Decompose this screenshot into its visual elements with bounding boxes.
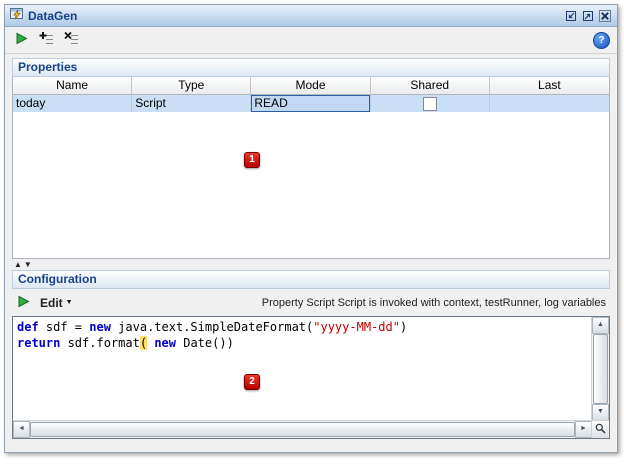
add-property-icon [39, 31, 54, 49]
scroll-up-icon[interactable]: ▲ [592, 317, 609, 334]
properties-table: Name Type Mode Shared Last today Script … [12, 77, 610, 259]
maximize-window-icon[interactable] [581, 9, 595, 23]
add-property-button[interactable] [37, 31, 55, 49]
callout-2-badge: 2 [244, 374, 260, 390]
magnifier-button[interactable] [591, 420, 609, 438]
run-button[interactable] [12, 31, 30, 49]
vertical-scrollbar[interactable]: ▲ ▼ [591, 317, 609, 421]
vertical-scroll-thumb[interactable] [593, 334, 608, 404]
edit-menu-button[interactable]: Edit ▼ [38, 296, 75, 310]
remove-property-button[interactable] [62, 31, 80, 49]
title-bar[interactable]: DataGen [5, 5, 617, 27]
horizontal-scroll-thumb[interactable] [30, 422, 575, 437]
column-header-type[interactable]: Type [132, 77, 252, 95]
datagen-window: DataGen ? Properties Name Type Mode Shar… [4, 4, 618, 453]
code-content[interactable]: def sdf = new java.text.SimpleDateFormat… [14, 318, 592, 421]
datagen-icon [10, 7, 23, 25]
horizontal-scrollbar[interactable]: ◄ ► [13, 420, 592, 438]
column-header-mode[interactable]: Mode [251, 77, 371, 95]
callout-1-badge: 1 [244, 152, 260, 168]
run-script-icon [17, 295, 30, 311]
magnifier-icon [595, 421, 606, 439]
panel-content: Properties Name Type Mode Shared Last to… [5, 54, 617, 452]
table-row[interactable]: today Script READ [13, 95, 609, 112]
collapse-up-icon[interactable]: ▲ [13, 260, 23, 270]
close-window-icon[interactable] [598, 9, 612, 23]
run-icon [15, 32, 28, 48]
remove-property-icon [63, 31, 79, 49]
script-editor[interactable]: def sdf = new java.text.SimpleDateFormat… [12, 316, 610, 439]
edit-menu-label: Edit [40, 295, 63, 310]
run-script-button[interactable] [14, 294, 32, 312]
column-header-shared[interactable]: Shared [370, 77, 490, 95]
properties-section-header: Properties [12, 58, 610, 77]
cell-shared [371, 95, 490, 112]
configuration-toolbar: Edit ▼ Property Script Script is invoked… [12, 289, 610, 316]
column-header-name[interactable]: Name [13, 77, 133, 95]
cell-mode[interactable]: READ [251, 95, 371, 112]
section-splitter[interactable]: ▲ ▼ [12, 259, 610, 270]
cell-type[interactable]: Script [132, 95, 252, 112]
help-icon[interactable]: ? [593, 31, 610, 49]
cell-last [490, 95, 609, 112]
window-controls [564, 9, 612, 23]
scroll-down-icon[interactable]: ▼ [592, 404, 609, 421]
collapse-down-icon[interactable]: ▼ [23, 260, 33, 270]
minimize-window-icon[interactable] [564, 9, 578, 23]
scroll-right-icon[interactable]: ► [575, 421, 592, 438]
chevron-down-icon: ▼ [65, 299, 73, 306]
cell-name[interactable]: today [13, 95, 133, 112]
shared-checkbox[interactable] [422, 96, 437, 111]
scroll-left-icon[interactable]: ◄ [13, 421, 30, 438]
window-title: DataGen [28, 8, 78, 23]
properties-table-header: Name Type Mode Shared Last [13, 77, 609, 95]
column-header-last[interactable]: Last [489, 77, 609, 95]
main-toolbar: ? [5, 27, 617, 54]
configuration-section-header: Configuration [12, 270, 610, 289]
script-info-text: Property Script Script is invoked with c… [261, 296, 606, 309]
